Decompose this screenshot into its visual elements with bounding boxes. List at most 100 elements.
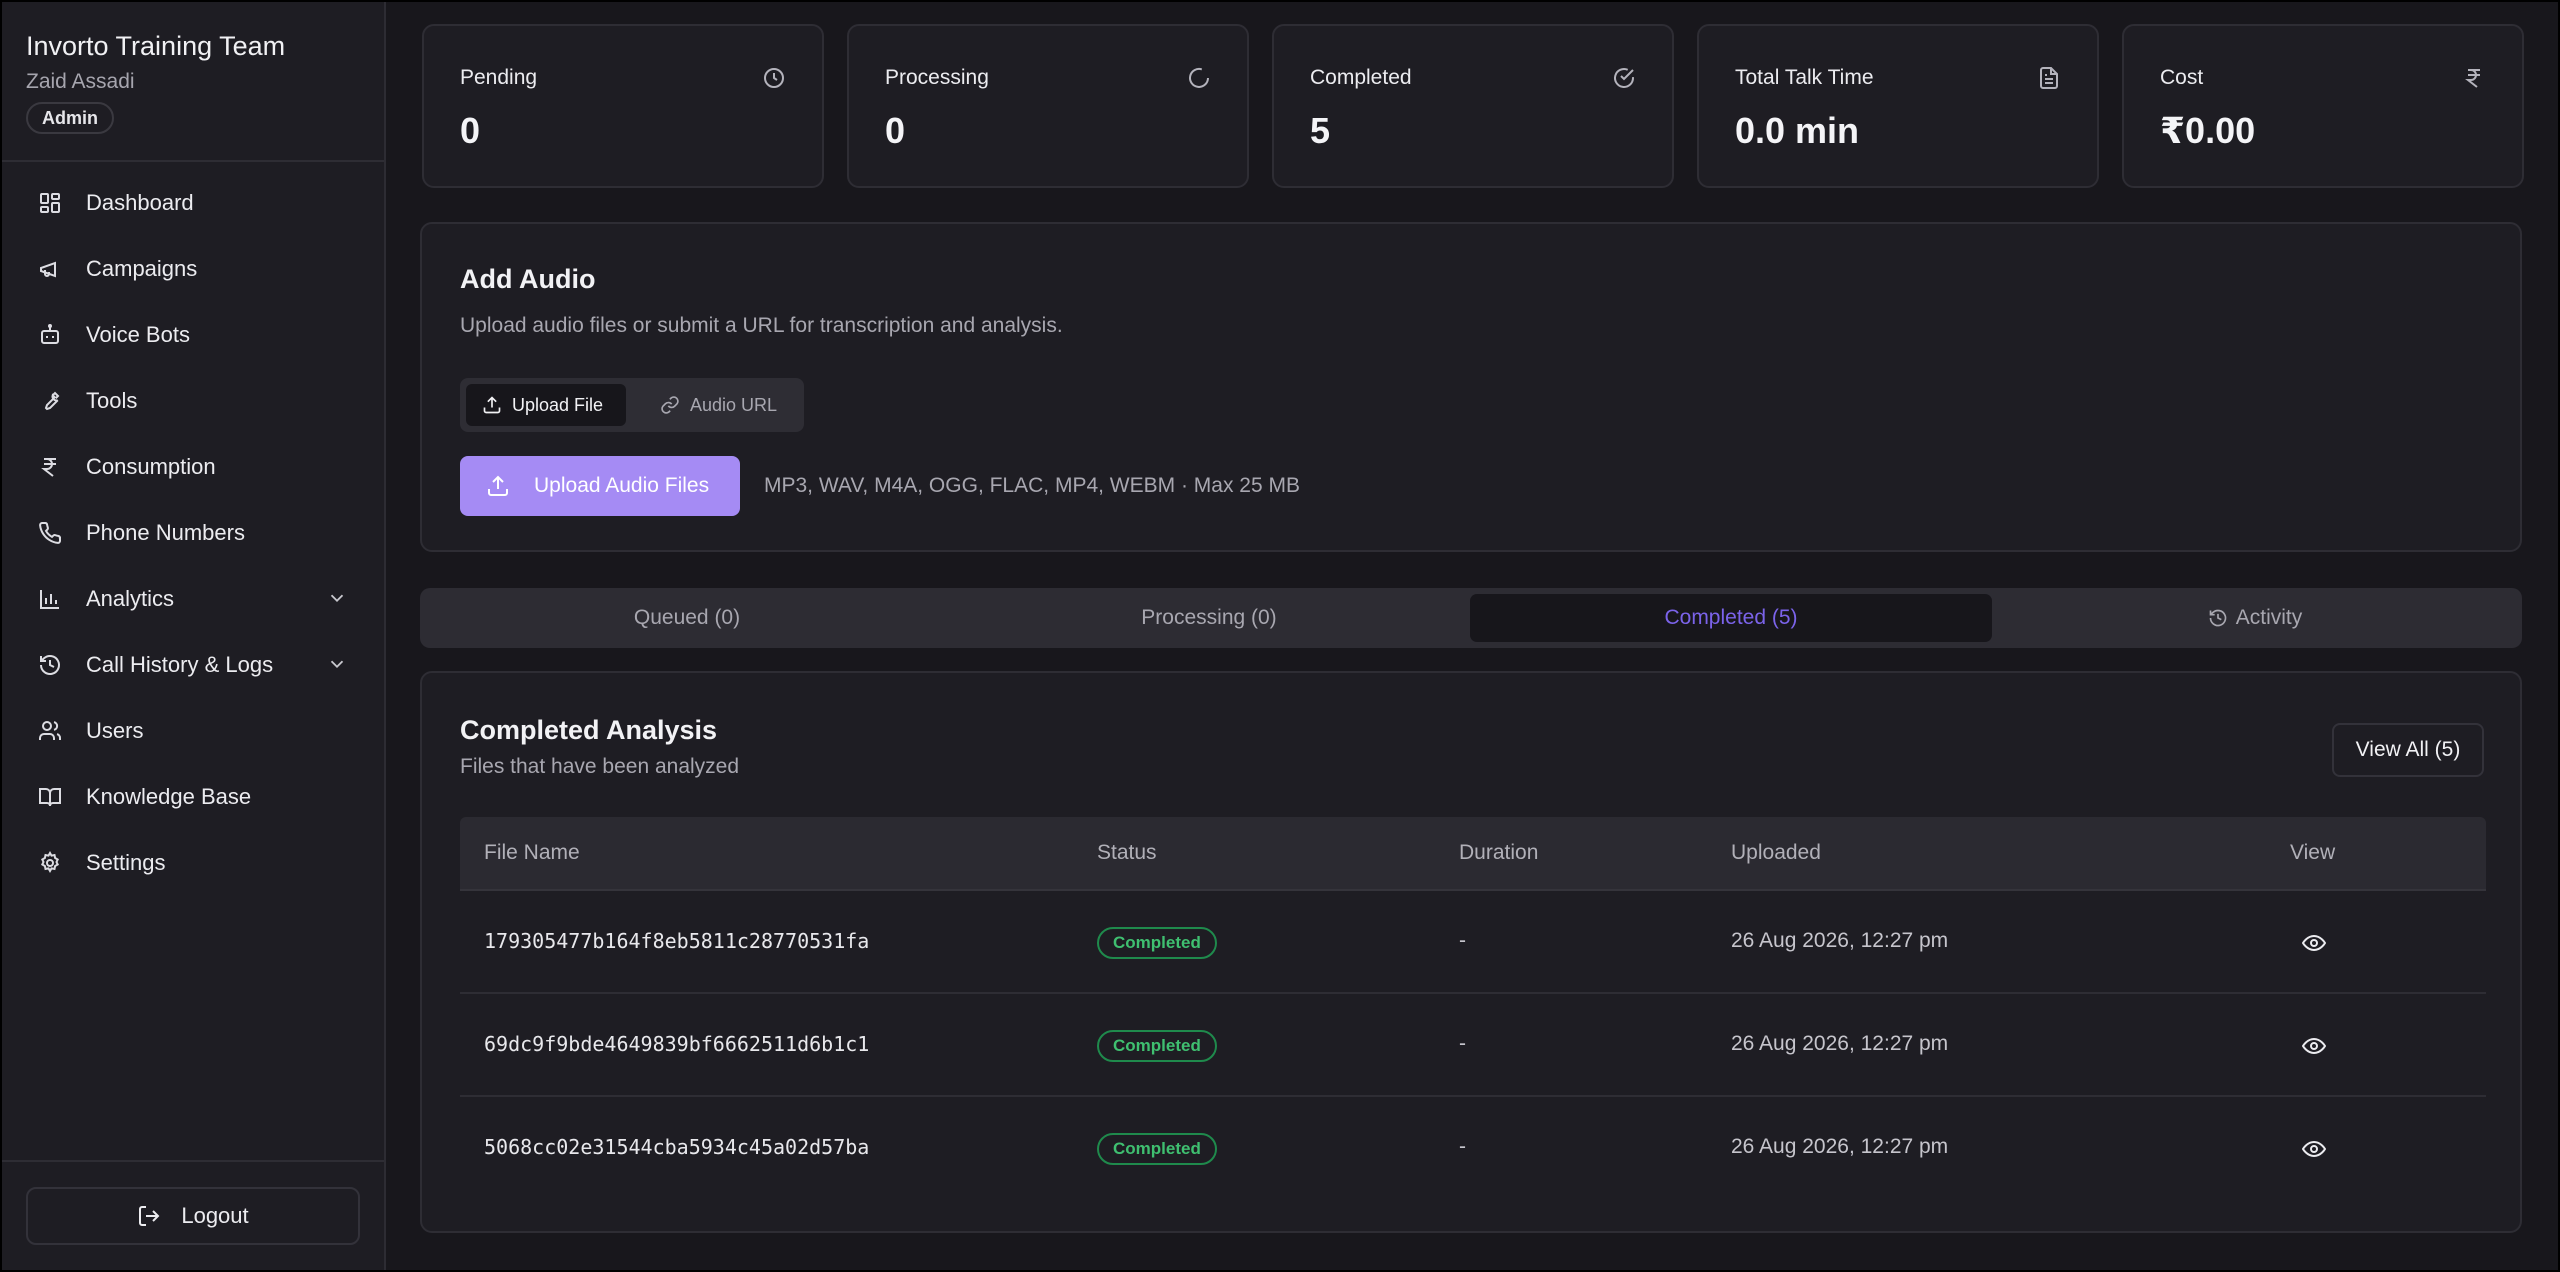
status-badge: Completed bbox=[1097, 927, 1217, 959]
table-row: 179305477b164f8eb5811c28770531fa Complet… bbox=[460, 891, 2486, 994]
uploaded-cell: 26 Aug 2026, 12:27 pm bbox=[1731, 929, 1949, 952]
completed-analysis-card: Completed Analysis Files that have been … bbox=[420, 671, 2522, 1233]
sidebar-item-call-history[interactable]: Call History & Logs bbox=[0, 632, 384, 698]
role-badge: Admin bbox=[26, 102, 114, 134]
status-badge: Completed bbox=[1097, 1030, 1217, 1062]
chevron-down-icon[interactable] bbox=[326, 653, 348, 675]
tab-label: Processing (0) bbox=[1141, 606, 1277, 629]
rupee-icon bbox=[2462, 66, 2486, 90]
sidebar-item-settings[interactable]: Settings bbox=[0, 830, 384, 896]
stat-label: Processing bbox=[885, 66, 989, 89]
upload-icon bbox=[486, 474, 510, 498]
status-badge: Completed bbox=[1097, 1133, 1217, 1165]
sidebar: Invorto Training Team Zaid Assadi Admin … bbox=[0, 0, 386, 1272]
sidebar-item-tools[interactable]: Tools bbox=[0, 368, 384, 434]
sidebar-item-label: Knowledge Base bbox=[86, 784, 252, 809]
spinner-icon bbox=[1187, 66, 1211, 90]
sidebar-item-label: Campaigns bbox=[86, 256, 198, 281]
table-row: 69dc9f9bde4649839bf6662511d6b1c1 Complet… bbox=[460, 994, 2486, 1097]
uploaded-cell: 26 Aug 2026, 12:27 pm bbox=[1731, 1032, 1949, 1055]
sidebar-item-consumption[interactable]: Consumption bbox=[0, 434, 384, 500]
sidebar-item-phone-numbers[interactable]: Phone Numbers bbox=[0, 500, 384, 566]
stat-value: 5 bbox=[1310, 110, 1331, 151]
view-all-button[interactable]: View All (5) bbox=[2332, 723, 2484, 777]
logout-icon bbox=[137, 1204, 161, 1228]
sidebar-item-label: Settings bbox=[86, 850, 166, 875]
clock-icon bbox=[762, 66, 786, 90]
upload-file-tab[interactable]: Upload File bbox=[466, 384, 626, 426]
stat-label: Pending bbox=[460, 66, 538, 89]
phone-icon bbox=[38, 521, 62, 545]
upload-audio-button[interactable]: Upload Audio Files bbox=[460, 456, 740, 516]
link-icon bbox=[660, 395, 680, 415]
upload-format-hint: MP3, WAV, M4A, OGG, FLAC, MP4, WEBM · Ma… bbox=[764, 474, 1300, 497]
tab-label: Completed (5) bbox=[1664, 606, 1798, 629]
sidebar-item-label: Consumption bbox=[86, 454, 216, 479]
column-header-file-name: File Name bbox=[484, 841, 580, 864]
brand-block: Invorto Training Team Zaid Assadi Admin bbox=[26, 30, 285, 134]
sidebar-nav: Dashboard Campaigns Voice Bots Tools Con… bbox=[0, 170, 384, 896]
stat-card-talk-time: Total Talk Time 0.0 min bbox=[1697, 24, 2099, 188]
uploaded-cell: 26 Aug 2026, 12:27 pm bbox=[1731, 1135, 1949, 1158]
column-header-view: View bbox=[2290, 841, 2336, 864]
sidebar-item-campaigns[interactable]: Campaigns bbox=[0, 236, 384, 302]
eye-icon[interactable] bbox=[2302, 1034, 2326, 1058]
sidebar-item-label: Dashboard bbox=[86, 190, 194, 215]
history-icon bbox=[2208, 608, 2228, 628]
upload-audio-label: Upload Audio Files bbox=[534, 474, 710, 497]
sidebar-item-label: Tools bbox=[86, 388, 138, 413]
completed-title: Completed Analysis bbox=[460, 715, 718, 745]
users-icon bbox=[38, 719, 62, 743]
megaphone-icon bbox=[38, 257, 62, 281]
add-audio-card: Add Audio Upload audio files or submit a… bbox=[420, 222, 2522, 552]
tab-processing[interactable]: Processing (0) bbox=[948, 594, 1470, 642]
sidebar-item-label: Voice Bots bbox=[86, 322, 190, 347]
tab-label: Queued (0) bbox=[633, 606, 741, 629]
column-header-status: Status bbox=[1097, 841, 1157, 864]
audio-url-label: Audio URL bbox=[690, 394, 778, 415]
rupee-icon bbox=[38, 455, 62, 479]
tab-label: Activity bbox=[2235, 606, 2303, 629]
audio-url-tab[interactable]: Audio URL bbox=[644, 384, 793, 426]
stat-value: 0 bbox=[885, 110, 906, 151]
duration-cell: - bbox=[1459, 1032, 1466, 1055]
duration-cell: - bbox=[1459, 929, 1466, 952]
stat-value: 0.0 min bbox=[1735, 110, 1860, 151]
completed-table: File Name Status Duration Uploaded View … bbox=[460, 817, 2486, 1200]
stat-label: Total Talk Time bbox=[1735, 66, 1874, 89]
logout-button[interactable]: Logout bbox=[26, 1187, 360, 1245]
tab-completed[interactable]: Completed (5) bbox=[1470, 594, 1992, 642]
check-circle-icon bbox=[1612, 66, 1636, 90]
add-audio-title: Add Audio bbox=[460, 264, 596, 294]
status-tabs: Queued (0) Processing (0) Completed (5) … bbox=[420, 588, 2522, 648]
tab-activity[interactable]: Activity bbox=[1994, 594, 2516, 642]
wrench-icon bbox=[38, 389, 62, 413]
stat-value: 0 bbox=[460, 110, 481, 151]
file-name-cell: 69dc9f9bde4649839bf6662511d6b1c1 bbox=[484, 1032, 870, 1056]
input-mode-toggle: Upload File Audio URL bbox=[460, 378, 804, 432]
sidebar-item-analytics[interactable]: Analytics bbox=[0, 566, 384, 632]
chevron-down-icon[interactable] bbox=[326, 587, 348, 609]
gear-icon bbox=[38, 851, 62, 875]
eye-icon[interactable] bbox=[2302, 931, 2326, 955]
tab-queued[interactable]: Queued (0) bbox=[426, 594, 948, 642]
column-header-uploaded: Uploaded bbox=[1731, 841, 1821, 864]
completed-subtitle: Files that have been analyzed bbox=[460, 755, 740, 778]
sidebar-item-label: Analytics bbox=[86, 586, 175, 611]
sidebar-item-label: Phone Numbers bbox=[86, 520, 245, 545]
eye-icon[interactable] bbox=[2302, 1137, 2326, 1161]
logout-label: Logout bbox=[181, 1203, 249, 1228]
sidebar-item-users[interactable]: Users bbox=[0, 698, 384, 764]
sidebar-divider bbox=[0, 160, 384, 162]
sidebar-item-knowledge-base[interactable]: Knowledge Base bbox=[0, 764, 384, 830]
add-audio-description: Upload audio files or submit a URL for t… bbox=[460, 314, 1063, 337]
history-icon bbox=[38, 653, 62, 677]
duration-cell: - bbox=[1459, 1135, 1466, 1158]
sidebar-item-voice-bots[interactable]: Voice Bots bbox=[0, 302, 384, 368]
document-icon bbox=[2037, 66, 2061, 90]
column-header-duration: Duration bbox=[1459, 841, 1539, 864]
sidebar-item-dashboard[interactable]: Dashboard bbox=[0, 170, 384, 236]
bar-chart-icon bbox=[38, 587, 62, 611]
stat-card-processing: Processing 0 bbox=[847, 24, 1249, 188]
user-name: Zaid Assadi bbox=[26, 70, 135, 93]
